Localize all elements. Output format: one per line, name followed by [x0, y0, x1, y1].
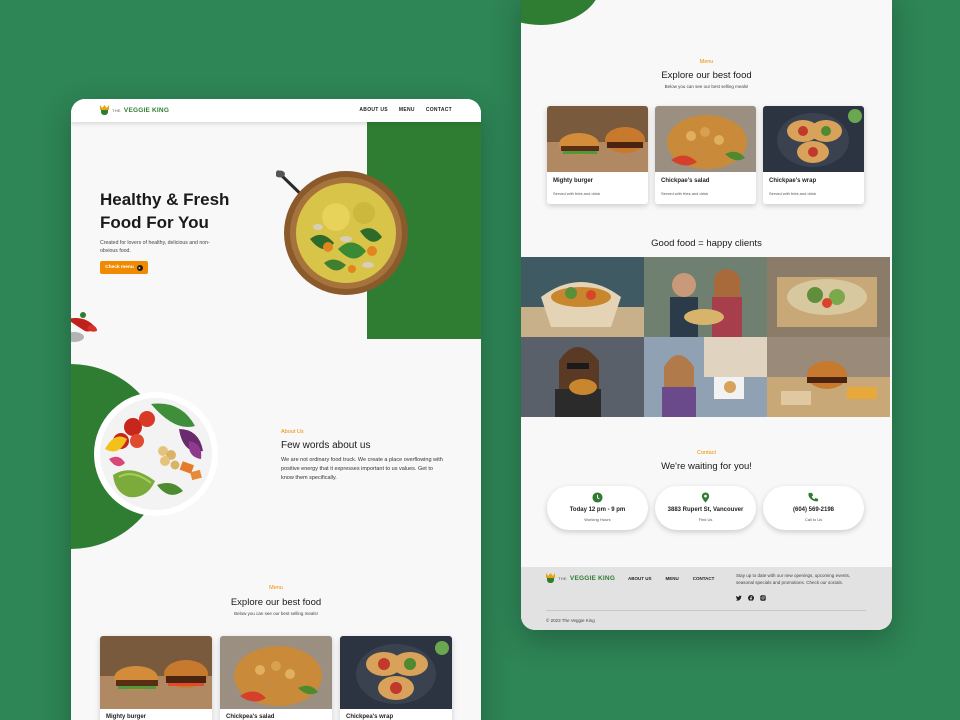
hero-food-bowl-image [276, 170, 408, 295]
footer-contact-link[interactable]: CONTACT [693, 576, 715, 581]
footer-brand-logo[interactable]: THE VEGGIE KING [546, 573, 615, 583]
about-text: We are not ordinary food truck. We creat… [281, 457, 443, 481]
menu-card[interactable]: Mighty burger [100, 636, 212, 720]
home-page-mockup: THE VEGGIE KING ABOUT US MENU CONTACT He… [71, 99, 481, 720]
clients-photo-gallery [521, 257, 890, 417]
contact-title: We're waiting for you! [661, 461, 752, 472]
phone-label: Call to Us [804, 517, 823, 522]
menu-card[interactable]: Chickpea's salad [220, 636, 332, 720]
menu-item-name: Mighty burger [553, 178, 593, 184]
chickpea-wrap-image [763, 106, 864, 172]
location-card[interactable]: 3883 Rupert St, Vancouver Find Us [655, 486, 756, 530]
social-links [736, 595, 766, 601]
chickpea-salad-image [655, 106, 756, 172]
nav-about-link[interactable]: ABOUT US [359, 107, 388, 113]
contact-kicker: Contact [697, 450, 716, 456]
burger-image [547, 106, 648, 172]
menu-subtitle: Below you can see our best selling meals… [664, 84, 749, 89]
phone-card[interactable]: (604) 569-2198 Call to Us [763, 486, 864, 530]
working-hours-card: Today 12 pm - 9 pm Working Hours [547, 486, 648, 530]
gallery-photo [521, 337, 644, 417]
top-navbar: THE VEGGIE KING ABOUT US MENU CONTACT [71, 99, 481, 122]
crown-icon [100, 105, 109, 115]
menu-title: Explore our best food [661, 70, 752, 81]
phone-icon [808, 492, 819, 502]
crown-icon [546, 573, 555, 583]
footer-links: ABOUT US MENU CONTACT [628, 576, 714, 581]
menu-item-name: Mighty burger [106, 714, 146, 720]
menu-item-name: Chickpae's wrap [769, 178, 817, 184]
menu-card[interactable]: Mighty burger Served with fries and drin… [547, 106, 648, 204]
footer-menu-link[interactable]: MENU [666, 576, 679, 581]
gallery-photo [644, 257, 767, 337]
burger-image [100, 636, 212, 709]
footer-newsletter-text: Stay up to date with our new openings, u… [736, 573, 851, 585]
menu-card[interactable]: Chickpae's wrap Served with fries and dr… [763, 106, 864, 204]
working-hours-label: Working Hours [584, 517, 611, 522]
menu-title: Explore our best food [230, 597, 322, 608]
logo-prefix: THE [558, 575, 567, 581]
nav-menu-link[interactable]: MENU [399, 107, 415, 113]
footer-about-link[interactable]: ABOUT US [628, 576, 652, 581]
address-value: 3883 Rupert St, Vancouver [667, 507, 744, 513]
address-label: Find Us [698, 517, 713, 522]
menu-item-name: Chickpea's wrap [346, 714, 394, 720]
chickpea-wrap-image [340, 636, 452, 709]
menu-item-description: Served with fries and drink [661, 191, 709, 196]
location-pin-icon [701, 492, 710, 503]
gallery-photo [767, 257, 890, 337]
menu-contact-page-mockup: Menu Explore our best food Below you can… [521, 0, 892, 630]
menu-item-description: Served with fries and drink [553, 191, 601, 196]
nav-contact-link[interactable]: CONTACT [426, 107, 452, 113]
phone-value: (604) 569-2198 [792, 507, 835, 513]
logo-name: VEGGIE KING [569, 574, 616, 582]
hero-title: Healthy & Fresh Food For You [100, 190, 230, 232]
logo-prefix: THE [112, 107, 121, 113]
clock-icon [592, 492, 603, 503]
gallery-photo [521, 257, 644, 337]
menu-kicker: Menu [699, 59, 714, 65]
menu-subtitle: Below you can see our best selling meals… [234, 611, 318, 616]
check-menu-label: Check menu [105, 265, 134, 270]
hero-subtitle: Created for lovers of healthy, delicious… [100, 240, 210, 254]
footer-divider [546, 610, 866, 611]
working-hours-value: Today 12 pm - 9 pm [569, 507, 626, 513]
menu-card[interactable]: Chickpae's salad Served with fries and d… [655, 106, 756, 204]
clients-title: Good food = happy clients [651, 238, 762, 249]
chili-pepper-image [71, 312, 97, 342]
gallery-photo [767, 337, 890, 417]
about-kicker: About Us [281, 429, 304, 435]
arrow-right-icon: ▸ [136, 264, 143, 271]
logo-name: VEGGIE KING [123, 106, 170, 114]
menu-item-name: Chickpae's salad [661, 178, 710, 184]
footer: THE VEGGIE KING ABOUT US MENU CONTACT St… [521, 567, 892, 630]
brand-logo[interactable]: THE VEGGIE KING [100, 105, 169, 115]
about-title: Few words about us [281, 440, 371, 451]
top-green-shape [521, 0, 601, 25]
twitter-icon[interactable] [736, 595, 742, 601]
menu-kicker: Menu [269, 585, 283, 591]
copyright-text: © 2023 The Veggie King [546, 618, 595, 623]
menu-item-name: Chickpea's salad [226, 714, 275, 720]
nav-links: ABOUT US MENU CONTACT [359, 107, 452, 113]
gallery-photo [644, 337, 767, 417]
facebook-icon[interactable] [748, 595, 754, 601]
menu-item-description: Served with fries and drink [769, 191, 817, 196]
menu-card[interactable]: Chickpea's wrap [340, 636, 452, 720]
instagram-icon[interactable] [760, 595, 766, 601]
check-menu-button[interactable]: Check menu ▸ [100, 261, 148, 274]
chickpea-salad-image [220, 636, 332, 709]
salad-bowl-image [94, 392, 218, 516]
